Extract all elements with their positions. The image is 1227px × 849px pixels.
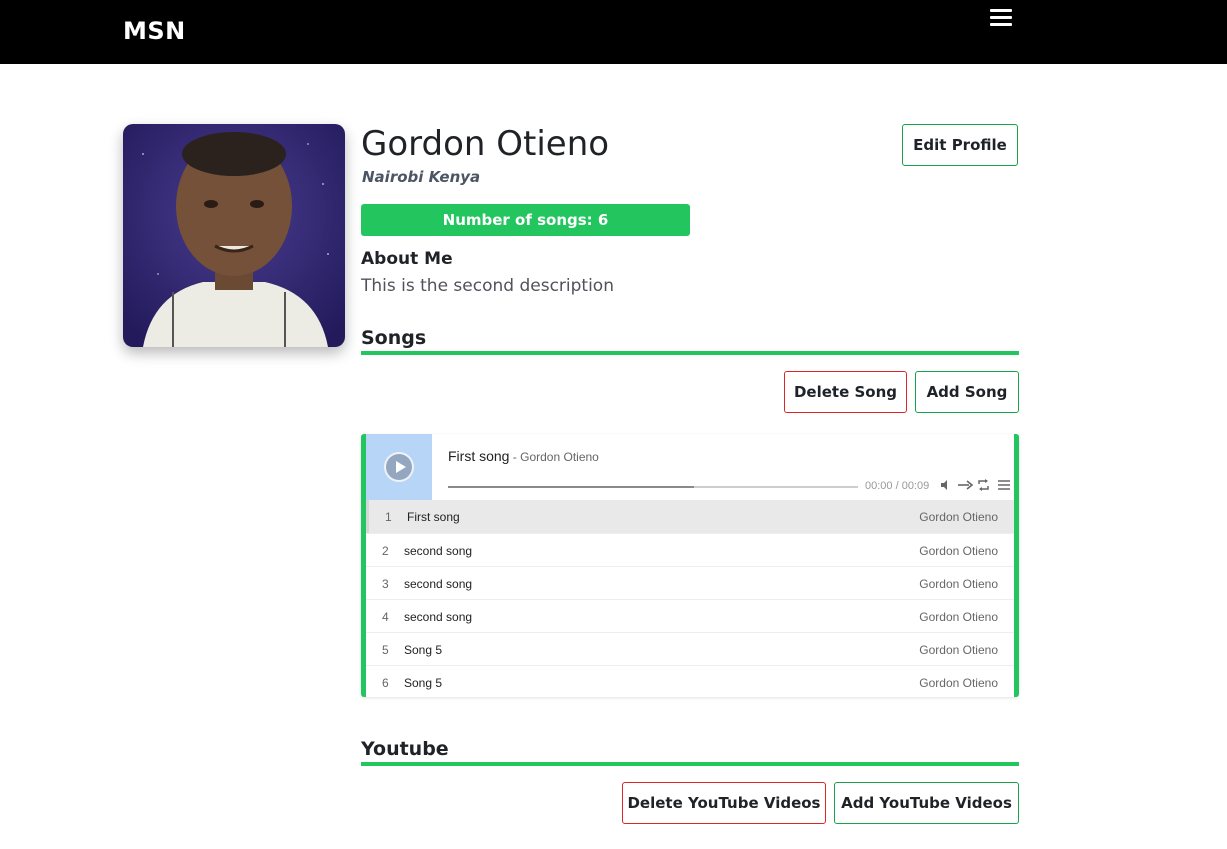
now-playing: First song - Gordon Otieno <box>448 448 599 464</box>
audio-player: First song - Gordon Otieno 00:00 / 00:09… <box>361 434 1019 697</box>
track-row[interactable]: 5 Song 5 Gordon Otieno <box>366 632 1014 665</box>
track-row[interactable]: 4 second song Gordon Otieno <box>366 599 1014 632</box>
track-title: second song <box>404 577 473 591</box>
progress-bar[interactable] <box>448 486 858 488</box>
track-title: second song <box>404 610 473 624</box>
about-me-text: This is the second description <box>361 276 614 296</box>
profile-location: Nairobi Kenya <box>362 168 481 186</box>
playlist-menu-icon[interactable] <box>998 479 1010 493</box>
now-playing-title: First song <box>448 448 510 464</box>
loop-icon[interactable] <box>977 479 990 493</box>
youtube-divider <box>361 762 1019 766</box>
hamburger-menu-icon[interactable] <box>990 9 1012 29</box>
track-title: second song <box>404 544 473 558</box>
player-cover <box>366 434 432 500</box>
track-artist: Gordon Otieno <box>919 610 998 624</box>
track-index: 1 <box>385 510 392 524</box>
progress-loaded <box>448 486 694 488</box>
edit-profile-button[interactable]: Edit Profile <box>902 124 1018 166</box>
track-title: Song 5 <box>404 643 443 657</box>
track-artist: Gordon Otieno <box>919 643 998 657</box>
track-index: 5 <box>382 643 389 657</box>
add-song-button[interactable]: Add Song <box>915 371 1019 413</box>
song-count-badge: Number of songs: 6 <box>361 204 690 236</box>
track-artist: Gordon Otieno <box>919 676 998 690</box>
track-index: 2 <box>382 544 389 558</box>
play-icon[interactable] <box>384 452 414 482</box>
track-index: 6 <box>382 676 389 690</box>
track-artist: Gordon Otieno <box>919 544 998 558</box>
songs-heading: Songs <box>361 327 427 349</box>
track-title: Song 5 <box>404 676 443 690</box>
top-navbar: MSN <box>0 0 1227 64</box>
track-row[interactable]: 3 second song Gordon Otieno <box>366 566 1014 599</box>
now-playing-artist: - Gordon Otieno <box>509 450 599 464</box>
track-row[interactable]: 6 Song 5 Gordon Otieno <box>366 665 1014 697</box>
time-display: 00:00 / 00:09 <box>865 480 930 492</box>
about-me-heading: About Me <box>361 249 453 269</box>
track-artist: Gordon Otieno <box>919 577 998 591</box>
track-list: 1 First song Gordon Otieno 2 second song… <box>366 500 1014 697</box>
delete-youtube-videos-button[interactable]: Delete YouTube Videos <box>622 782 826 824</box>
player-header: First song - Gordon Otieno 00:00 / 00:09 <box>366 434 1014 500</box>
track-row[interactable]: 2 second song Gordon Otieno <box>366 533 1014 566</box>
youtube-heading: Youtube <box>361 738 449 760</box>
volume-icon[interactable] <box>940 479 952 493</box>
songs-divider <box>361 351 1019 355</box>
order-icon[interactable] <box>957 479 974 493</box>
track-artist: Gordon Otieno <box>919 510 998 524</box>
delete-song-button[interactable]: Delete Song <box>784 371 907 413</box>
profile-avatar <box>123 124 345 347</box>
track-title: First song <box>407 510 460 524</box>
track-row[interactable]: 1 First song Gordon Otieno <box>366 500 1014 533</box>
brand-logo[interactable]: MSN <box>123 17 186 45</box>
add-youtube-videos-button[interactable]: Add YouTube Videos <box>834 782 1019 824</box>
profile-name: Gordon Otieno <box>361 124 610 164</box>
track-index: 3 <box>382 577 389 591</box>
track-index: 4 <box>382 610 389 624</box>
